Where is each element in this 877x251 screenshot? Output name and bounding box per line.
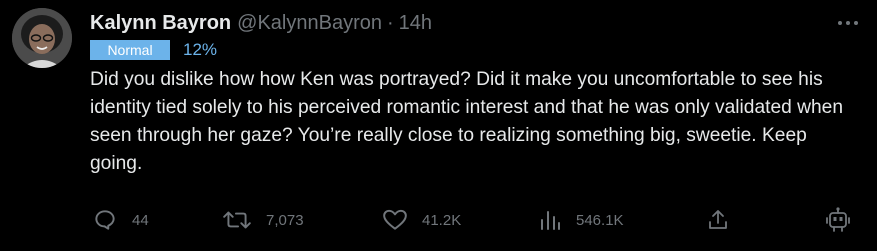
- author-name[interactable]: Kalynn Bayron: [90, 12, 231, 35]
- separator-dot: ·: [386, 11, 394, 34]
- like-count: 41.2K: [422, 211, 462, 229]
- action-bar: 44 7,073 41.2K 546.1K: [0, 205, 877, 235]
- reply-icon: [95, 210, 115, 230]
- tweet-header: Kalynn Bayron @KalynnBayron · 14h: [90, 10, 432, 36]
- more-dots-icon: [838, 21, 858, 25]
- grok-button[interactable]: [824, 205, 852, 235]
- reply-button[interactable]: 44: [92, 205, 149, 235]
- retweet-count: 7,073: [266, 211, 304, 229]
- timestamp[interactable]: 14h: [399, 12, 432, 35]
- grok-bot-icon: [826, 207, 850, 232]
- more-options-button[interactable]: [833, 10, 863, 36]
- tweet[interactable]: Kalynn Bayron @KalynnBayron · 14h Normal…: [0, 0, 877, 251]
- reply-count: 44: [132, 211, 149, 229]
- tweet-text: Did you dislike how how Ken was portraye…: [90, 69, 843, 174]
- share-icon: [709, 210, 727, 229]
- views-button[interactable]: 546.1K: [538, 205, 624, 235]
- classification-badge: Normal: [90, 40, 170, 60]
- classification-percent: 12%: [183, 40, 218, 59]
- classification-row: Normal 12%: [90, 39, 217, 61]
- retweet-icon: [223, 211, 251, 229]
- heart-icon: [383, 209, 407, 230]
- like-button[interactable]: 41.2K: [382, 205, 461, 235]
- retweet-button[interactable]: 7,073: [222, 205, 304, 235]
- views-bar-icon: [541, 211, 560, 230]
- share-button[interactable]: [706, 205, 730, 235]
- author-handle[interactable]: @KalynnBayron: [237, 12, 382, 35]
- views-count: 546.1K: [576, 211, 624, 229]
- avatar[interactable]: [12, 8, 72, 68]
